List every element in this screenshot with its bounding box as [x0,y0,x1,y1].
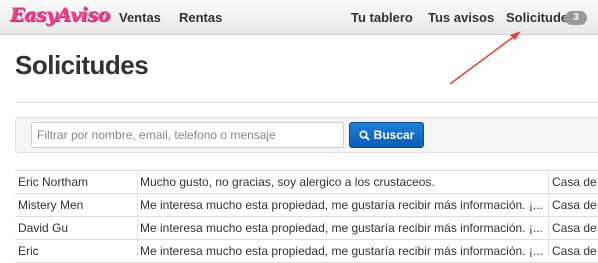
search-input[interactable] [31,122,344,148]
table-row[interactable]: David Gu Me interesa mucho esta propieda… [15,217,598,240]
page-title: Solicitudes [15,50,149,80]
row-property: Casa de [552,198,597,212]
solicitudes-count-badge: 3 [565,11,587,25]
nav-item-rentas[interactable]: Rentas [179,10,222,25]
nav-item-tu-tablero[interactable]: Tu tablero [351,10,413,25]
table-row[interactable]: Eric Northam Mucho gusto, no gracias, so… [15,171,598,194]
search-icon [359,129,370,141]
table-row[interactable]: Eric Me interesa mucho esta propiedad, m… [15,240,598,263]
nav-item-ventas[interactable]: Ventas [119,10,161,25]
top-navbar: EasyAviso Ventas Rentas Tu tablero Tus a… [0,0,598,35]
brand-logo[interactable]: EasyAviso [10,4,110,26]
table-row[interactable]: Mistery Men Me interesa mucho esta propi… [15,194,598,217]
row-message: Me interesa mucho esta propiedad, me gus… [140,198,543,212]
row-message: Mucho gusto, no gracias, soy alergico a … [140,175,435,189]
search-button-label: Buscar [373,128,415,142]
title-divider [15,102,598,103]
row-name: Mistery Men [18,198,84,212]
row-message: Me interesa mucho esta propiedad, me gus… [140,221,543,235]
row-property: Casa de [552,175,597,189]
row-property: Casa de [552,221,597,235]
row-name: David Gu [18,221,69,235]
nav-item-tus-avisos[interactable]: Tus avisos [428,10,494,25]
row-name: Eric Northam [18,175,89,189]
search-button[interactable]: Buscar [349,122,424,148]
